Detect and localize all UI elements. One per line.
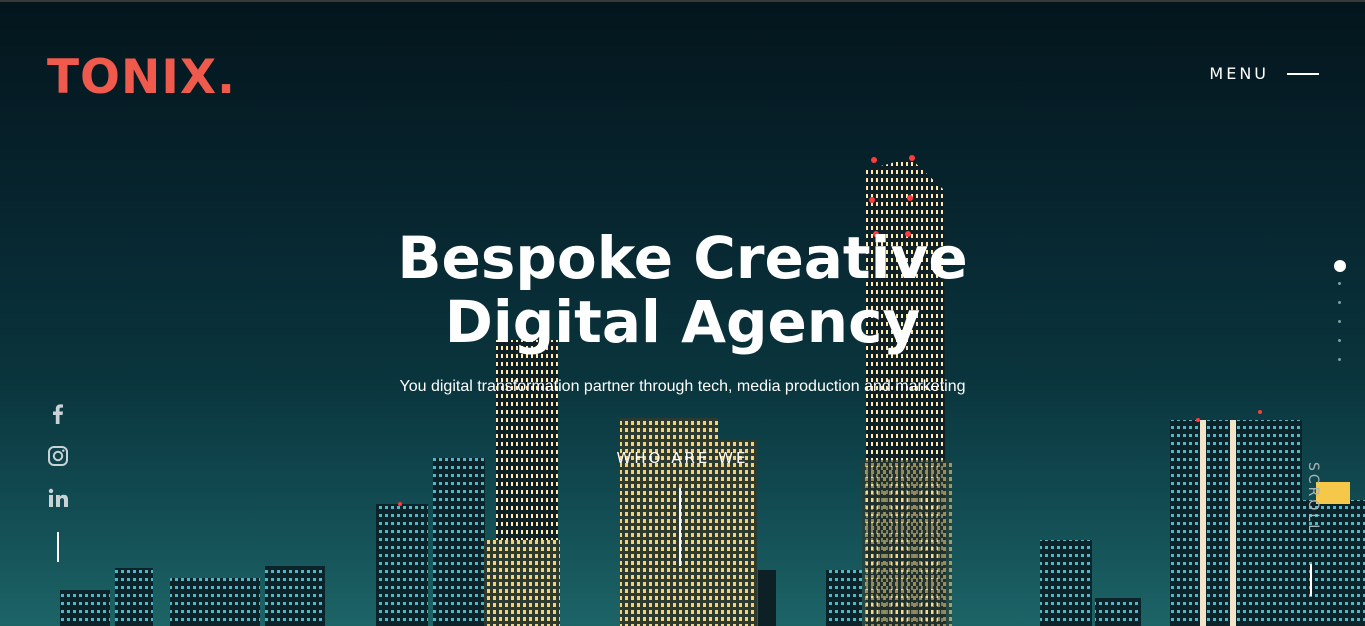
building bbox=[376, 504, 428, 626]
slide-dot[interactable] bbox=[1338, 301, 1341, 304]
headline-line-1: Bespoke Creative bbox=[397, 224, 968, 292]
cta-divider-line bbox=[679, 488, 681, 566]
hero-section: TONIX. MENU Bespoke Creative Digital Age… bbox=[0, 0, 1365, 626]
slide-dot-active[interactable] bbox=[1334, 260, 1346, 272]
slide-dot[interactable] bbox=[1338, 358, 1341, 361]
facebook-icon[interactable] bbox=[46, 402, 70, 426]
menu-icon bbox=[1287, 72, 1319, 75]
scroll-label: SCROLL bbox=[1305, 462, 1321, 536]
brand-logo[interactable]: TONIX. bbox=[47, 52, 236, 104]
scroll-indicator[interactable]: SCROLL bbox=[1301, 462, 1321, 552]
linkedin-icon[interactable] bbox=[46, 486, 70, 510]
who-are-we-link[interactable]: WHO ARE WE bbox=[0, 449, 1365, 467]
building bbox=[1316, 482, 1350, 504]
building bbox=[115, 568, 153, 626]
building bbox=[60, 590, 110, 626]
building bbox=[826, 570, 862, 626]
slide-dot[interactable] bbox=[1338, 339, 1341, 342]
brand-dot: . bbox=[217, 50, 236, 105]
building bbox=[433, 458, 485, 626]
brand-name: TONIX bbox=[47, 50, 218, 105]
instagram-icon[interactable] bbox=[46, 444, 70, 468]
menu-button[interactable]: MENU bbox=[1209, 64, 1319, 83]
social-links bbox=[46, 402, 72, 528]
social-divider-line bbox=[57, 532, 59, 562]
building bbox=[265, 566, 325, 626]
slide-dot[interactable] bbox=[1338, 320, 1341, 323]
building bbox=[862, 460, 952, 626]
hero-subtitle: You digital transformation partner throu… bbox=[399, 378, 966, 395]
hero-headline: Bespoke Creative Digital Agency bbox=[0, 226, 1365, 354]
building bbox=[484, 540, 560, 626]
building bbox=[705, 440, 757, 626]
headline-line-2: Digital Agency bbox=[444, 288, 921, 356]
building bbox=[758, 570, 776, 626]
slide-dot[interactable] bbox=[1338, 282, 1341, 285]
building bbox=[170, 578, 260, 626]
slider-pagination bbox=[1334, 260, 1348, 377]
building bbox=[1095, 598, 1141, 626]
scroll-line bbox=[1310, 564, 1312, 596]
menu-label: MENU bbox=[1209, 64, 1269, 83]
building bbox=[1040, 540, 1092, 626]
